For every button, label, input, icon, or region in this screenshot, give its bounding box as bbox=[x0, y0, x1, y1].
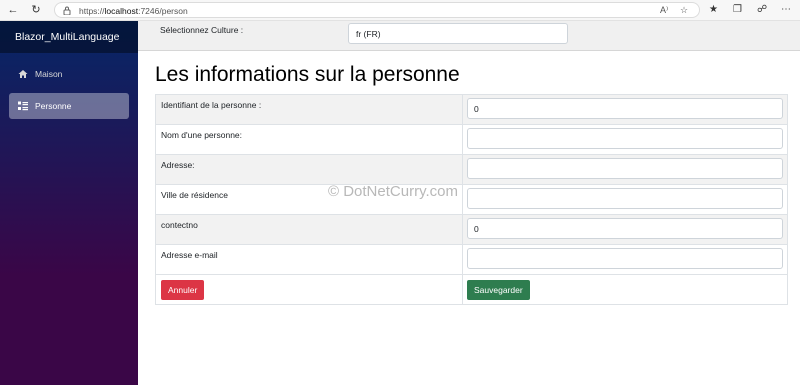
sidebar-item-maison[interactable]: Maison bbox=[9, 61, 129, 87]
favorites-icon[interactable]: ★ bbox=[709, 4, 718, 15]
read-aloud-icon[interactable]: A⁾ bbox=[660, 5, 668, 16]
watermark: © DotNetCurry.com bbox=[328, 183, 458, 200]
browser-toolbar: ← ↻ https://localhost:7246/person A⁾ ☆ ★… bbox=[0, 0, 800, 21]
culture-bar: Sélectionnez Culture : fr (FR) bbox=[138, 21, 800, 51]
save-button[interactable]: Sauvegarder bbox=[467, 280, 530, 300]
address-label: Adresse: bbox=[155, 154, 463, 185]
culture-label: Sélectionnez Culture : bbox=[160, 25, 244, 35]
sidebar-item-label: Personne bbox=[35, 101, 72, 111]
refresh-icon[interactable]: ↻ bbox=[29, 3, 43, 17]
culture-select[interactable]: fr (FR) bbox=[348, 23, 568, 44]
app-brand[interactable]: Blazor_MultiLanguage bbox=[0, 21, 138, 53]
city-input[interactable] bbox=[467, 188, 783, 209]
back-icon[interactable]: ← bbox=[6, 3, 20, 17]
sidebar: Blazor_MultiLanguage Maison Personne bbox=[0, 21, 138, 385]
browser-essentials-icon[interactable]: ☍ bbox=[757, 4, 767, 15]
sidebar-item-personne[interactable]: Personne bbox=[9, 93, 129, 119]
person-id-label: Identifiant de la personne : bbox=[155, 94, 463, 125]
address-input[interactable] bbox=[467, 158, 783, 179]
sidebar-item-label: Maison bbox=[35, 69, 63, 79]
table-row: Identifiant de la personne : 0 bbox=[155, 94, 788, 125]
list-icon bbox=[18, 101, 28, 111]
person-name-input[interactable] bbox=[467, 128, 783, 149]
collections-icon[interactable]: ❐ bbox=[733, 4, 742, 15]
table-row: contectno 0 bbox=[155, 214, 788, 245]
home-icon bbox=[18, 70, 28, 78]
url-text: https://localhost:7246/person bbox=[79, 6, 188, 16]
address-bar[interactable]: https://localhost:7246/person A⁾ ☆ bbox=[54, 2, 700, 18]
cancel-button[interactable]: Annuler bbox=[161, 280, 205, 300]
contact-number-input[interactable]: 0 bbox=[467, 218, 783, 239]
person-id-input[interactable]: 0 bbox=[467, 98, 783, 119]
table-row: Adresse: bbox=[155, 154, 788, 185]
table-row: Adresse e-mail bbox=[155, 244, 788, 275]
email-input[interactable] bbox=[467, 248, 783, 269]
email-label: Adresse e-mail bbox=[155, 244, 463, 275]
favorite-star-icon[interactable]: ☆ bbox=[680, 5, 688, 16]
lock-icon bbox=[63, 6, 71, 15]
page-title: Les informations sur la personne bbox=[155, 63, 460, 86]
person-form-table: Identifiant de la personne : 0 Nom d'une… bbox=[155, 94, 788, 305]
table-row: Annuler Sauvegarder bbox=[155, 274, 788, 305]
table-row: Nom d'une personne: bbox=[155, 124, 788, 155]
person-name-label: Nom d'une personne: bbox=[155, 124, 463, 155]
contact-number-label: contectno bbox=[155, 214, 463, 245]
table-row: Ville de résidence bbox=[155, 184, 788, 215]
more-menu-icon[interactable]: ⋯ bbox=[781, 4, 791, 15]
